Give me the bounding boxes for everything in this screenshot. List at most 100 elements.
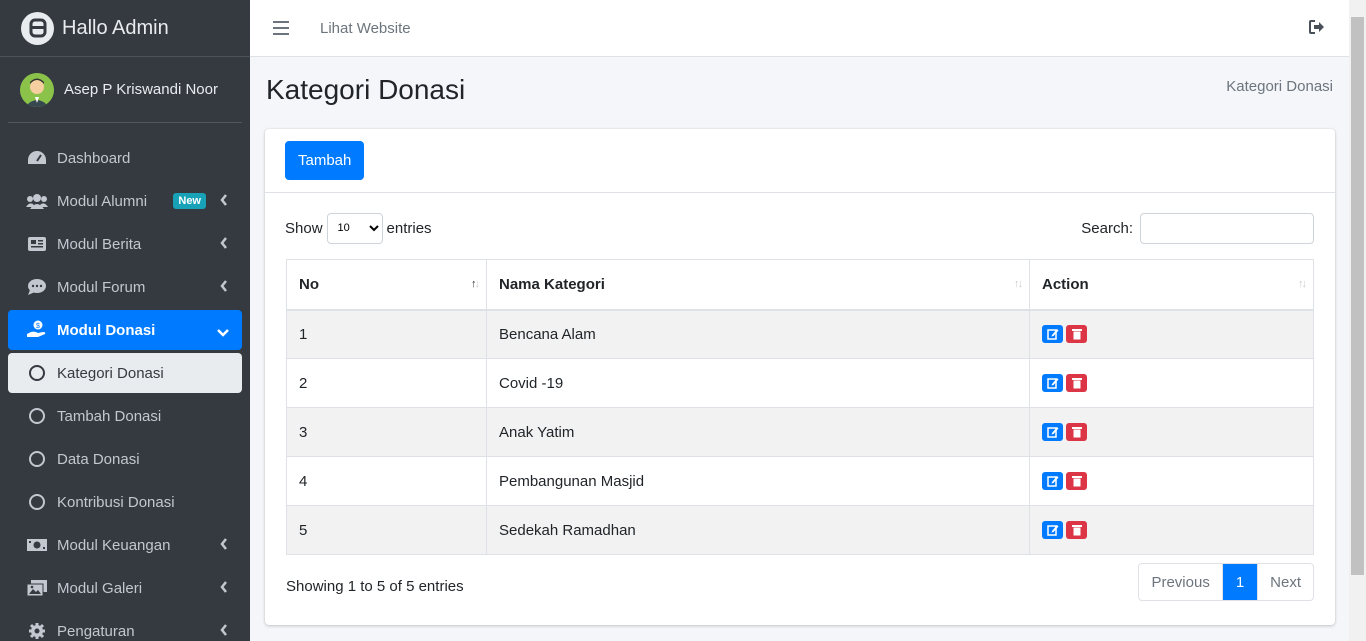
edit-icon[interactable] [1042,423,1063,441]
sidebar-item-label: Modul Alumni [57,192,148,210]
comment-icon [26,277,48,297]
circle-icon [26,449,48,469]
header-label: Nama Kategori [499,275,605,293]
edit-icon[interactable] [1042,374,1063,392]
column-header-action[interactable]: Action ↑↓ [1029,259,1314,311]
page-length-select[interactable]: 10 [326,212,383,244]
sidebar-nav: Dashboard Modul Alumni New Modul Berita … [0,138,250,641]
cell-no: 2 [286,358,487,408]
brand-title: Hallo Admin [62,16,169,39]
cell-name: Covid -19 [486,358,1030,408]
chevron-down-icon [217,324,229,341]
search-control: Search: [1081,212,1314,244]
sidebar-item-dashboard[interactable]: Dashboard [8,138,242,178]
cell-name: Pembangunan Masjid [486,456,1030,506]
lihat-website-link[interactable]: Lihat Website [320,20,411,37]
cell-action [1029,358,1314,408]
user-name: Asep P Kriswandi Noor [64,81,218,98]
search-input[interactable] [1140,212,1314,244]
cell-action [1029,309,1314,359]
table-row: 1 Bencana Alam [286,309,1314,359]
column-header-nama-kategori[interactable]: Nama Kategori ↑↓ [486,259,1030,311]
table-info: Showing 1 to 5 of 5 entries [286,578,464,595]
sidebar-item-modul-keuangan[interactable]: Modul Keuangan [8,525,242,565]
new-badge: New [173,193,206,209]
page-1-button[interactable]: 1 [1221,564,1258,600]
sidebar-item-modul-forum[interactable]: Modul Forum [8,267,242,307]
sort-asc-icon: ↑↓ [471,278,480,290]
sidebar-item-label: Data Donasi [57,450,140,468]
sidebar-item-modul-alumni[interactable]: Modul Alumni New [8,181,242,221]
chevron-left-icon [220,580,228,597]
breadcrumb: Kategori Donasi [1226,78,1333,95]
card: Tambah Show 10 entries Search: No ↑↓ Nama… [265,129,1335,625]
sidebar-item-label: Kategori Donasi [57,364,164,382]
sign-out-icon[interactable] [1309,20,1325,38]
kategori-table: No ↑↓ Nama Kategori ↑↓ Action ↑↓ 1 Bencana … [286,259,1314,555]
brand-logo-icon [21,11,54,45]
edit-icon[interactable] [1042,521,1063,539]
pagination: Previous 1 Next [1138,563,1314,601]
cell-no: 4 [286,456,487,506]
cell-action [1029,407,1314,457]
hamburger-menu-icon[interactable] [273,21,289,35]
chevron-left-icon [220,193,228,210]
page-scrollbar[interactable] [1349,0,1366,641]
cell-no: 5 [286,505,487,555]
column-header-no[interactable]: No ↑↓ [286,259,487,311]
edit-icon[interactable] [1042,472,1063,490]
edit-icon[interactable] [1042,325,1063,344]
chevron-left-icon [220,236,228,253]
sidebar-item-modul-berita[interactable]: Modul Berita [8,224,242,264]
sidebar-item-label: Dashboard [57,149,131,167]
cell-no: 3 [286,407,487,457]
sidebar-item-modul-donasi[interactable]: $ Modul Donasi [8,310,242,350]
sidebar-item-label: Modul Donasi [57,321,156,339]
previous-button[interactable]: Previous [1139,564,1221,600]
cell-name: Sedekah Ramadhan [486,505,1030,555]
table-row: 4 Pembangunan Masjid [286,456,1314,506]
table-row: 2 Covid -19 [286,358,1314,408]
trash-icon[interactable] [1066,521,1087,539]
users-icon [26,191,48,211]
cell-name: Bencana Alam [486,309,1030,359]
card-header: Tambah [265,129,1335,193]
scrollbar-thumb[interactable] [1351,17,1364,575]
gear-icon [26,621,48,641]
circle-icon [26,492,48,512]
hand-holding-usd-icon: $ [26,320,48,340]
topbar: Lihat Website [250,0,1349,57]
circle-icon [26,406,48,426]
trash-icon[interactable] [1066,472,1087,490]
trash-icon[interactable] [1066,423,1087,441]
trash-icon[interactable] [1066,374,1087,392]
entries-label: entries [386,219,432,237]
sidebar-item-label: Tambah Donasi [57,407,162,425]
images-icon [26,578,48,598]
sidebar-item-label: Modul Galeri [57,579,143,597]
sidebar-item-tambah-donasi[interactable]: Tambah Donasi [8,396,242,436]
table-row: 5 Sedekah Ramadhan [286,505,1314,555]
brand-link[interactable]: Hallo Admin [0,0,250,57]
search-label: Search: [1081,219,1133,237]
tambah-button[interactable]: Tambah [285,141,365,180]
length-control: Show 10 entries [285,212,432,244]
sidebar-item-modul-galeri[interactable]: Modul Galeri [8,568,242,608]
user-panel[interactable]: Asep P Kriswandi Noor [8,57,242,123]
money-bill-icon [26,535,48,555]
sidebar-item-label: Modul Keuangan [57,536,171,554]
cell-name: Anak Yatim [486,407,1030,457]
cell-action [1029,505,1314,555]
sidebar-item-kontribusi-donasi[interactable]: Kontribusi Donasi [8,482,242,522]
sidebar: Hallo Admin Asep P Kriswandi Noor Dashbo… [0,0,250,641]
trash-icon[interactable] [1066,325,1087,344]
chevron-left-icon [220,279,228,296]
sidebar-item-pengaturan[interactable]: Pengaturan [8,611,242,641]
next-button[interactable]: Next [1257,564,1313,600]
header-label: Action [1042,275,1089,293]
cell-action [1029,456,1314,506]
sidebar-item-data-donasi[interactable]: Data Donasi [8,439,242,479]
sidebar-item-kategori-donasi[interactable]: Kategori Donasi [8,353,242,393]
sidebar-item-label: Kontribusi Donasi [57,493,175,511]
table-controls: Show 10 entries Search: [285,212,1314,244]
